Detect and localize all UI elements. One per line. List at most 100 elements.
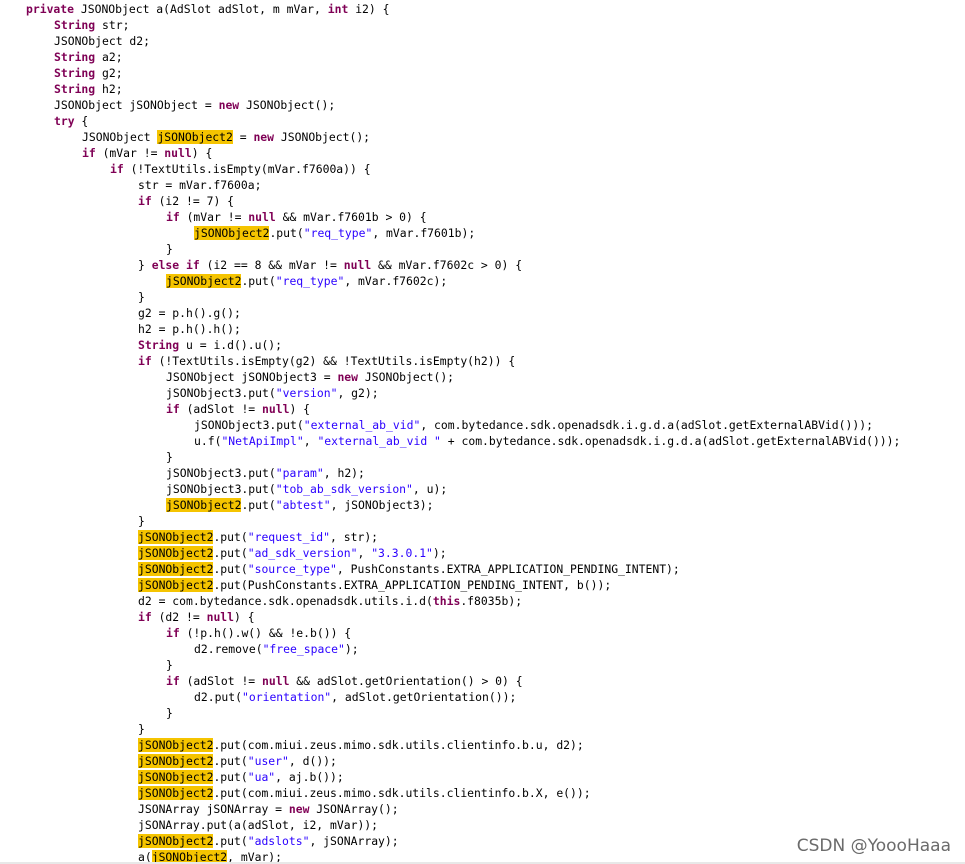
code-keyword: String bbox=[138, 338, 180, 352]
code-line[interactable]: jSONObject2.put("ad_sdk_version", "3.3.0… bbox=[138, 545, 447, 561]
code-line[interactable]: private JSONObject a(AdSlot adSlot, m mV… bbox=[26, 1, 390, 17]
code-line[interactable]: JSONObject jSONObject3 = new JSONObject(… bbox=[166, 369, 454, 385]
code-text: jSONObject3.put( bbox=[166, 466, 276, 480]
code-text: ) { bbox=[191, 146, 213, 160]
highlighted-identifier: jSONObject2 bbox=[157, 130, 233, 144]
code-text: } bbox=[166, 658, 173, 672]
code-line[interactable]: if (!p.h().w() && !e.b()) { bbox=[166, 625, 351, 641]
code-keyword: if bbox=[82, 146, 96, 160]
code-line[interactable]: JSONObject jSONObject2 = new JSONObject(… bbox=[82, 129, 370, 145]
code-line[interactable]: } bbox=[166, 657, 173, 673]
code-line[interactable]: if (adSlot != null) { bbox=[166, 401, 310, 417]
code-line[interactable]: jSONObject2.put("user", d()); bbox=[138, 753, 337, 769]
code-keyword: new bbox=[253, 130, 275, 144]
code-line[interactable]: JSONObject d2; bbox=[54, 33, 150, 49]
code-line[interactable]: } bbox=[166, 705, 173, 721]
code-text: ); bbox=[432, 546, 447, 560]
code-text: (adSlot != bbox=[179, 674, 263, 688]
code-text: g2; bbox=[95, 66, 123, 80]
code-line[interactable]: } bbox=[138, 289, 145, 305]
code-keyword: String bbox=[54, 18, 96, 32]
code-line[interactable]: jSONObject3.put("version", g2); bbox=[166, 385, 379, 401]
code-text: .put( bbox=[213, 546, 248, 560]
code-text: .put(PushConstants.EXTRA_APPLICATION_PEN… bbox=[213, 578, 612, 592]
code-text: .put( bbox=[241, 498, 276, 512]
code-text: g2 = p.h().g(); bbox=[138, 306, 241, 320]
code-string: "adslots" bbox=[247, 834, 310, 848]
code-keyword: else if bbox=[151, 258, 200, 272]
code-line[interactable]: jSONObject2.put("source_type", PushConst… bbox=[138, 561, 680, 577]
code-text: a2; bbox=[95, 50, 123, 64]
code-line[interactable]: jSONObject2.put("abtest", jSONObject3); bbox=[166, 497, 433, 513]
code-text: } bbox=[138, 258, 152, 272]
code-string: "request_id" bbox=[247, 530, 331, 544]
code-string: "tob_ab_sdk_version" bbox=[275, 482, 413, 496]
code-line[interactable]: JSONObject jSONObject = new JSONObject()… bbox=[54, 97, 335, 113]
code-line[interactable]: } bbox=[138, 513, 145, 529]
code-line[interactable]: } bbox=[166, 449, 173, 465]
code-line[interactable]: if (adSlot != null && adSlot.getOrientat… bbox=[166, 673, 523, 689]
code-line[interactable]: if (d2 != null) { bbox=[138, 609, 255, 625]
code-text: (i2 == 8 && mVar != bbox=[199, 258, 344, 272]
code-line[interactable]: if (!TextUtils.isEmpty(mVar.f7600a)) { bbox=[110, 161, 371, 177]
code-line[interactable]: jSONObject2.put(PushConstants.EXTRA_APPL… bbox=[138, 577, 611, 593]
code-text: , PushConstants.EXTRA_APPLICATION_PENDIN… bbox=[336, 562, 680, 576]
code-string: "param" bbox=[275, 466, 324, 480]
code-text: + com.bytedance.sdk.openadsdk.i.g.d.a(ad… bbox=[440, 434, 901, 448]
code-keyword: if bbox=[166, 402, 180, 416]
code-line[interactable]: d2 = com.bytedance.sdk.openadsdk.utils.i… bbox=[138, 593, 522, 609]
code-text: .put( bbox=[213, 562, 248, 576]
highlighted-identifier: jSONObject2 bbox=[138, 786, 214, 800]
code-text: u.f( bbox=[194, 434, 222, 448]
code-text: .put( bbox=[269, 226, 304, 240]
code-text: .put( bbox=[213, 770, 248, 784]
code-line[interactable]: jSONObject2.put("ua", aj.b()); bbox=[138, 769, 344, 785]
code-line[interactable]: str = mVar.f7600a; bbox=[138, 177, 261, 193]
code-line[interactable]: if (mVar != null && mVar.f7601b > 0) { bbox=[166, 209, 427, 225]
highlighted-identifier: jSONObject2 bbox=[138, 770, 214, 784]
code-line[interactable]: u.f("NetApiImpl", "external_ab_vid " + c… bbox=[194, 433, 900, 449]
code-line[interactable]: jSONObject2.put(com.miui.zeus.mimo.sdk.u… bbox=[138, 737, 584, 753]
code-line[interactable]: JSONArray jSONArray = new JSONArray(); bbox=[138, 801, 399, 817]
code-keyword: if bbox=[110, 162, 124, 176]
code-line[interactable]: jSONObject2.put("req_type", mVar.f7602c)… bbox=[166, 273, 447, 289]
highlighted-identifier: jSONObject2 bbox=[138, 530, 214, 544]
code-text: , u); bbox=[412, 482, 448, 496]
code-text: JSONObject d2; bbox=[54, 34, 151, 48]
code-keyword: String bbox=[54, 50, 96, 64]
code-line[interactable]: if (mVar != null) { bbox=[82, 145, 212, 161]
code-line[interactable]: jSONObject3.put("external_ab_vid", com.b… bbox=[194, 417, 873, 433]
code-line[interactable]: jSONObject2.put("req_type", mVar.f7601b)… bbox=[194, 225, 475, 241]
code-line[interactable]: d2.remove("free_space"); bbox=[194, 641, 359, 657]
code-line[interactable]: if (i2 != 7) { bbox=[138, 193, 234, 209]
code-text: JSONObject(); bbox=[274, 130, 371, 144]
code-text: (!TextUtils.isEmpty(g2) && !TextUtils.is… bbox=[151, 354, 516, 368]
code-keyword: new bbox=[288, 802, 310, 816]
code-line[interactable]: String u = i.d().u(); bbox=[138, 337, 282, 353]
code-line[interactable]: h2 = p.h().h(); bbox=[138, 321, 241, 337]
code-line[interactable]: try { bbox=[54, 113, 88, 129]
code-editor[interactable]: private JSONObject a(AdSlot adSlot, m mV… bbox=[0, 0, 965, 864]
code-text: .put( bbox=[213, 530, 248, 544]
code-line[interactable]: jSONObject2.put(com.miui.zeus.mimo.sdk.u… bbox=[138, 785, 591, 801]
code-line[interactable]: jSONObject3.put("tob_ab_sdk_version", u)… bbox=[166, 481, 447, 497]
code-line[interactable]: d2.put("orientation", adSlot.getOrientat… bbox=[194, 689, 516, 705]
code-line[interactable]: } else if (i2 == 8 && mVar != null && mV… bbox=[138, 257, 522, 273]
code-string: "abtest" bbox=[275, 498, 331, 512]
code-line[interactable]: } bbox=[138, 721, 145, 737]
code-line[interactable]: g2 = p.h().g(); bbox=[138, 305, 241, 321]
code-line[interactable]: } bbox=[166, 241, 173, 257]
code-line[interactable]: String str; bbox=[54, 17, 129, 33]
code-line[interactable]: String g2; bbox=[54, 65, 123, 81]
code-line[interactable]: jSONArray.put(a(adSlot, i2, mVar)); bbox=[138, 817, 378, 833]
code-line[interactable]: String a2; bbox=[54, 49, 123, 65]
code-text: && adSlot.getOrientation() > 0) { bbox=[289, 674, 523, 688]
code-line[interactable]: jSONObject2.put("request_id", str); bbox=[138, 529, 378, 545]
code-line[interactable]: jSONObject2.put("adslots", jSONArray); bbox=[138, 833, 399, 849]
code-text: } bbox=[138, 514, 145, 528]
code-line[interactable]: jSONObject3.put("param", h2); bbox=[166, 465, 365, 481]
code-line[interactable]: if (!TextUtils.isEmpty(g2) && !TextUtils… bbox=[138, 353, 515, 369]
code-line[interactable]: String h2; bbox=[54, 81, 123, 97]
code-text: } bbox=[138, 722, 145, 736]
highlighted-identifier: jSONObject2 bbox=[138, 834, 214, 848]
